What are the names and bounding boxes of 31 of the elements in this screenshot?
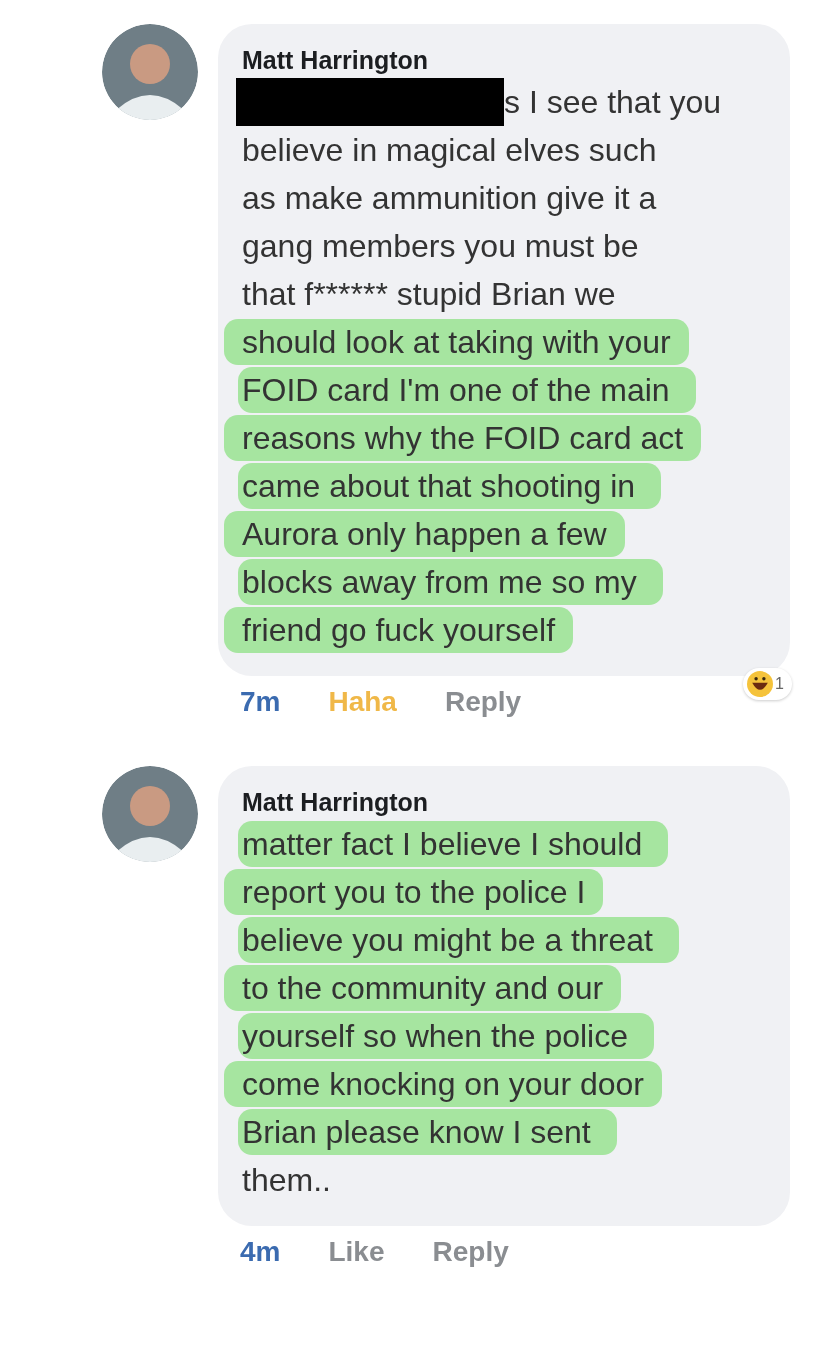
laughing-emoji-icon [747,671,774,697]
avatar[interactable] [102,24,198,120]
reply-link[interactable]: Reply [432,1236,509,1268]
author-name[interactable]: Matt Harrington [242,42,766,78]
text-line: blocks away from me so my [238,559,663,605]
text-line: come knocking on your door [224,1061,662,1107]
author-name[interactable]: Matt Harrington [242,784,766,820]
text-line: reasons why the FOID card act [224,415,702,461]
text-line: FOID card I'm one of the main [238,367,696,413]
text-line: believe in magical elves such [242,131,658,170]
timestamp[interactable]: 7m [240,686,281,718]
avatar[interactable] [102,766,198,862]
text-line: them.. [242,1161,332,1200]
timestamp[interactable]: 4m [240,1236,281,1268]
text-line: Brian please know I sent [238,1109,617,1155]
text-line: believe you might be a threat [238,917,679,963]
text-line: as make ammunition give it a [242,179,658,218]
text-line: report you to the police I [224,869,604,915]
reaction-badge[interactable]: 1 [743,668,792,700]
text-line: to the community and our [224,965,622,1011]
text-line: yourself so when the police [238,1013,654,1059]
reaction-link[interactable]: Like [328,1236,385,1268]
text-line: came about that shooting in [238,463,662,509]
text-line: gang members you must be [242,227,640,266]
text-line: s I see that you [504,83,722,122]
text-line: should look at taking with your [224,319,689,365]
text-line: friend go fuck yourself [224,607,574,653]
text-line: matter fact I believe I should [238,821,669,867]
reply-link[interactable]: Reply [444,686,522,718]
text-line: Aurora only happen a few [224,511,625,557]
text-line: that f****** stupid Brian we [242,275,617,314]
